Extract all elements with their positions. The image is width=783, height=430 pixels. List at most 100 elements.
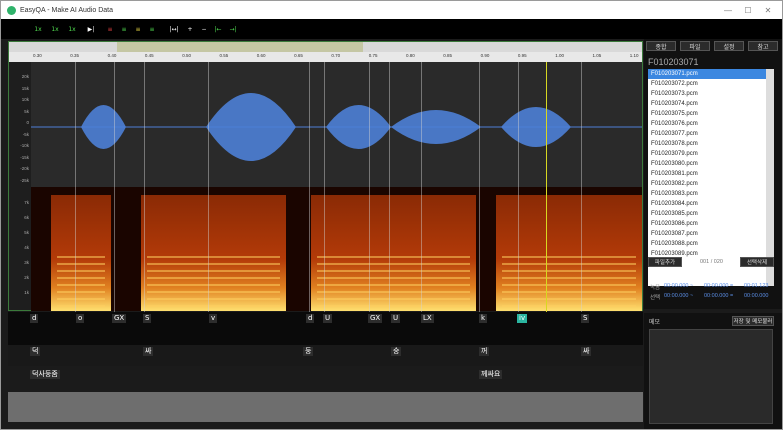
phone-tier[interactable]: d o GX Sv d U GX U LX k iv S <box>8 312 643 345</box>
play-mid-button[interactable]: 1x <box>48 23 62 35</box>
playhead[interactable] <box>546 62 547 312</box>
waveform-y-label: -5k <box>22 131 29 137</box>
file-list-item[interactable]: F010203077.pcm <box>648 129 766 139</box>
file-list-item[interactable]: F010203079.pcm <box>648 149 766 159</box>
play-fast-button[interactable]: 1x <box>65 23 79 35</box>
phone-label[interactable]: iv <box>517 314 528 323</box>
file-list-item[interactable]: F010203075.pcm <box>648 109 766 119</box>
segment-boundary[interactable] <box>144 62 145 312</box>
syllable-label[interactable]: 꺼 <box>479 347 490 356</box>
syllable-label[interactable]: 싸 <box>581 347 592 356</box>
phone-label[interactable]: U <box>323 314 333 323</box>
file-list-item[interactable]: F010203085.pcm <box>648 209 766 219</box>
tab-reference[interactable]: 참고 <box>748 41 778 51</box>
spectrogram-panel[interactable] <box>31 187 642 311</box>
ruler-tick: 0.40 <box>107 53 117 58</box>
phone-label[interactable]: U <box>391 314 401 323</box>
memo-panel: 메모 저장 및 메모불러 <box>644 313 782 429</box>
align-icon-1[interactable]: ≡ <box>104 23 116 35</box>
file-list-item[interactable]: F010203073.pcm <box>648 89 766 99</box>
word-tier[interactable]: 덕사둥줌 께싸요 <box>8 366 643 392</box>
file-list-item[interactable]: F010203088.pcm <box>648 239 766 249</box>
close-button[interactable]: ✕ <box>758 1 778 19</box>
word-label[interactable]: 덕사둥줌 <box>30 370 60 379</box>
file-list-item[interactable]: F010203087.pcm <box>648 229 766 239</box>
file-list[interactable]: F010203071.pcm F010203072.pcm F010203073.p… <box>648 69 766 286</box>
time-value: = <box>730 293 734 299</box>
segment-boundary[interactable] <box>324 62 325 312</box>
save-memo-button[interactable]: 저장 및 메모불러 <box>732 316 774 326</box>
add-file-button[interactable]: 파일추가 <box>648 257 682 267</box>
segment-boundary[interactable] <box>581 62 582 312</box>
syllable-label[interactable]: 숭 <box>391 347 402 356</box>
syllable-label[interactable]: 둥 <box>303 347 314 356</box>
segment-boundary[interactable] <box>421 62 422 312</box>
minimize-button[interactable]: — <box>718 1 738 19</box>
audio-view[interactable]: 0.30 0.35 0.40 0.45 0.50 0.55 0.60 0.65 0.70 0.75… <box>8 41 643 312</box>
phone-label[interactable]: k <box>479 314 488 323</box>
file-list-item[interactable]: F010203083.pcm <box>648 189 766 199</box>
waveform-panel[interactable] <box>31 62 642 187</box>
waveform-y-label: -20k <box>20 166 29 171</box>
phone-label[interactable]: S <box>143 314 152 323</box>
spectrogram-y-label: 4k <box>24 245 29 250</box>
syllable-tier[interactable]: 덕싸둥숭꺼싸 <box>8 345 643 366</box>
file-list-item[interactable]: F010203086.pcm <box>648 219 766 229</box>
time-value: 00:00.000 <box>704 283 729 289</box>
phone-label[interactable]: v <box>209 314 218 323</box>
overview-selection[interactable] <box>117 42 363 52</box>
phone-label[interactable]: d <box>30 314 39 323</box>
file-list-item[interactable]: F010203078.pcm <box>648 139 766 149</box>
segment-boundary[interactable] <box>75 62 76 312</box>
file-list-item[interactable]: F010203072.pcm <box>648 79 766 89</box>
play-slow-button[interactable]: 1x <box>31 23 45 35</box>
segment-boundary[interactable] <box>208 62 209 312</box>
zoom-out-icon[interactable]: − <box>198 23 210 35</box>
fit-icon[interactable]: |↔| <box>168 23 180 35</box>
empty-tier[interactable] <box>8 392 643 422</box>
file-list-item[interactable]: F010203080.pcm <box>648 159 766 169</box>
phone-label[interactable]: GX <box>368 314 383 323</box>
syllable-label[interactable]: 덕 <box>30 347 41 356</box>
file-list-item[interactable]: F010203082.pcm <box>648 179 766 189</box>
tab-summary[interactable]: 종합 <box>646 41 676 51</box>
segment-boundary[interactable] <box>114 62 115 312</box>
time-ruler: 0.30 0.35 0.40 0.45 0.50 0.55 0.60 0.65 0.70 0.75… <box>9 52 642 62</box>
tab-file[interactable]: 파일 <box>680 41 710 51</box>
overview-bar[interactable] <box>9 42 642 52</box>
file-list-scrollbar[interactable] <box>766 69 774 286</box>
toolbar: 1x 1x 1x ▶| ≡ ≡ ≡ ≡ |↔| + − |← →| <box>1 19 782 39</box>
file-list-item[interactable]: F010203081.pcm <box>648 169 766 179</box>
phone-label[interactable]: GX <box>112 314 127 323</box>
align-icon-4[interactable]: ≡ <box>146 23 158 35</box>
segment-boundary[interactable] <box>369 62 370 312</box>
word-label[interactable]: 께싸요 <box>479 370 503 379</box>
file-list-item[interactable]: F010203084.pcm <box>648 199 766 209</box>
align-icon-2[interactable]: ≡ <box>118 23 130 35</box>
segment-boundary[interactable] <box>309 62 310 312</box>
phone-label[interactable]: d <box>306 314 315 323</box>
segment-boundary[interactable] <box>518 62 519 312</box>
phone-label[interactable]: S <box>581 314 590 323</box>
maximize-button[interactable]: ☐ <box>738 1 758 19</box>
mark-end-icon[interactable]: →| <box>227 23 239 35</box>
file-list-item[interactable]: F010203076.pcm <box>648 119 766 129</box>
phone-label[interactable]: o <box>76 314 85 323</box>
delete-selected-button[interactable]: 선택삭제 <box>740 257 774 267</box>
memo-textarea[interactable] <box>649 329 773 424</box>
syllable-label[interactable]: 싸 <box>143 347 154 356</box>
time-value: 00:00.000 <box>664 293 689 299</box>
phone-label[interactable]: LX <box>421 314 434 323</box>
app-window: EasyQA - Make AI Audio Data — ☐ ✕ 1x 1x … <box>0 0 783 430</box>
segment-boundary[interactable] <box>479 62 480 312</box>
align-icon-3[interactable]: ≡ <box>132 23 144 35</box>
file-list-item[interactable]: F010203071.pcm <box>648 69 766 79</box>
file-list-item[interactable]: F010203074.pcm <box>648 99 766 109</box>
zoom-in-icon[interactable]: + <box>184 23 196 35</box>
next-icon[interactable]: ▶| <box>85 23 97 35</box>
mark-start-icon[interactable]: |← <box>212 23 224 35</box>
segment-boundary[interactable] <box>389 62 390 312</box>
waveform-y-label: 0 <box>26 120 29 125</box>
tab-settings[interactable]: 설정 <box>714 41 744 51</box>
ruler-tick: 0.65 <box>294 53 303 58</box>
